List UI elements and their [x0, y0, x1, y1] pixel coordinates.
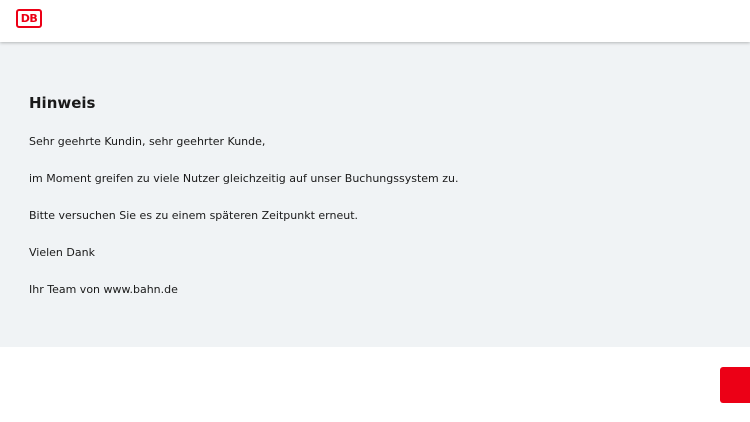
notice-panel: Hinweis Sehr geehrte Kundin, sehr geehrt…	[0, 42, 750, 347]
notice-greeting: Sehr geehrte Kundin, sehr geehrter Kunde…	[29, 135, 266, 148]
floating-action-button[interactable]	[720, 367, 750, 403]
notice-retry-hint: Bitte versuchen Sie es zu einem späteren…	[29, 209, 359, 222]
notice-thanks: Vielen Dank	[29, 246, 95, 259]
notice-signature: Ihr Team von www.bahn.de	[29, 283, 178, 296]
notice-message: im Moment greifen zu viele Nutzer gleich…	[29, 172, 459, 185]
header-bar: DB	[0, 0, 750, 42]
db-logo[interactable]: DB	[16, 9, 42, 28]
notice-title: Hinweis	[29, 94, 96, 112]
db-logo-text: DB	[20, 12, 38, 25]
